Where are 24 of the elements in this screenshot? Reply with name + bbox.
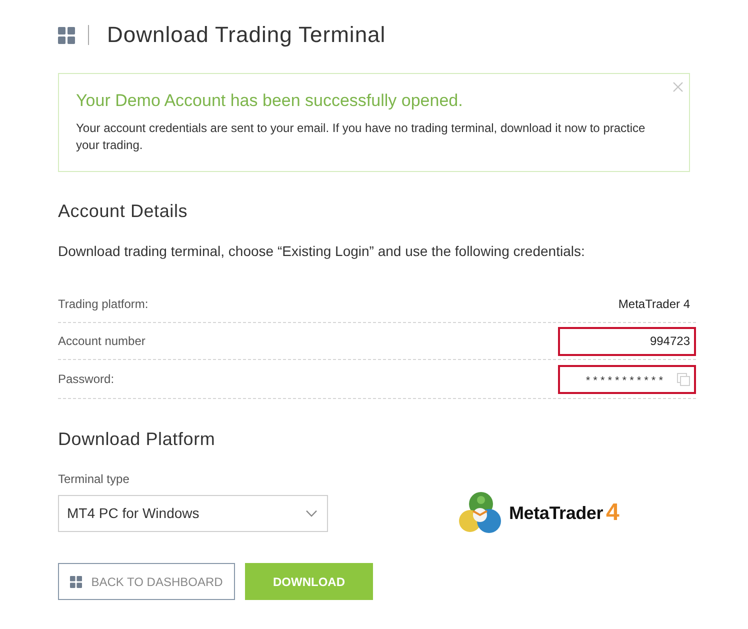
grid-icon [70,576,82,588]
copy-icon[interactable] [677,372,690,386]
close-icon[interactable] [673,82,683,92]
page-title: Download Trading Terminal [107,21,386,49]
back-button[interactable]: BACK TO DASHBOARD [58,563,235,600]
instruction-text: Download trading terminal, choose “Existing Login” and use the following credentials: [58,242,586,261]
grid-icon [58,26,75,44]
section-heading: Download Platform [58,428,216,450]
section-heading: Account Details [58,200,189,222]
row-value: 994723 [650,334,690,348]
alert-title: Your Demo Account has been successfully opened. [76,90,464,112]
field-label: Terminal type [58,471,130,487]
password-mask: *********** [586,374,666,386]
chevron-down-icon [306,510,317,516]
logo-version: 4 [606,499,620,527]
row-value: MetaTrader 4 [618,297,690,311]
terminal-type-select[interactable]: MT4 PC for Windows [58,494,328,532]
row-label: Trading platform: [58,297,148,311]
alert-message: Your account credentials are sent to your email. If you have no trading terminal, download it now to practice your trading. [76,120,646,154]
logo-wordmark: MetaTrader [509,502,604,524]
row-label: Account number [58,334,146,348]
row-label: Password: [58,372,114,386]
tricolor-emblem-icon [458,491,502,535]
download-button[interactable]: DOWNLOAD [245,563,373,600]
